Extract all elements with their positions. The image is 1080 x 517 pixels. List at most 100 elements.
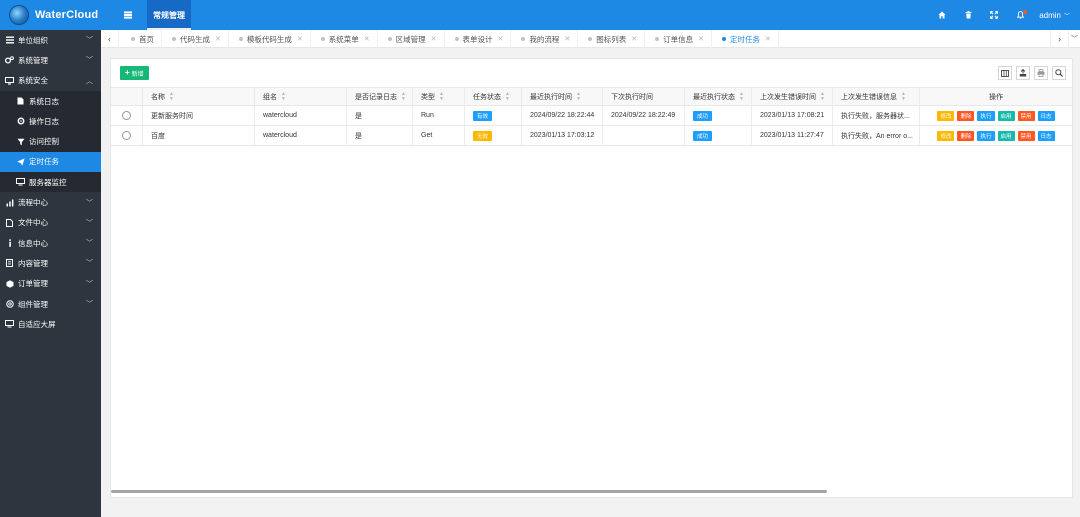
log-button[interactable]: 日志: [1037, 130, 1055, 141]
fullscreen-icon[interactable]: [981, 0, 1007, 30]
tabs-scroll-right-icon[interactable]: ›: [1050, 30, 1068, 48]
sort-icon[interactable]: ▲ ▼: [820, 91, 825, 102]
export-icon[interactable]: [1016, 66, 1030, 80]
close-icon[interactable]: ✕: [765, 35, 771, 43]
table-row[interactable]: 百度 watercloud 是 Get 无效 2023/01/13 17:03:…: [111, 126, 1072, 146]
header-last-status[interactable]: 最近执行状态 ▲ ▼: [685, 88, 752, 105]
run-button[interactable]: 执行: [977, 110, 995, 121]
tab-order-info[interactable]: 订单信息 ✕: [645, 30, 712, 48]
menu-toggle-icon[interactable]: [109, 0, 147, 30]
edit-button[interactable]: 修改: [937, 130, 955, 141]
sidebar-item-content[interactable]: 内容管理 ﹀: [0, 253, 101, 273]
sidebar-item-system-log[interactable]: 系统日志: [0, 91, 101, 111]
sidebar-item-system[interactable]: 系统管理 ﹀: [0, 50, 101, 70]
sidebar-item-label: 内容管理: [18, 258, 48, 268]
bell-icon[interactable]: [1007, 0, 1033, 30]
sort-icon[interactable]: ▲ ▼: [505, 91, 510, 102]
close-icon[interactable]: ✕: [498, 35, 504, 43]
radio-button[interactable]: [122, 111, 131, 120]
disable-button[interactable]: 禁用: [1017, 110, 1035, 121]
logo[interactable]: WaterCloud: [0, 0, 101, 30]
close-icon[interactable]: ✕: [631, 35, 637, 43]
header-last-run[interactable]: 最近执行时间 ▲ ▼: [522, 88, 603, 105]
cell-last-status: 成功: [685, 126, 752, 145]
close-icon[interactable]: ✕: [297, 35, 303, 43]
tab-icon-list[interactable]: 图标列表 ✕: [578, 30, 646, 48]
logo-icon: [9, 5, 29, 25]
sidebar-item-workflow[interactable]: 流程中心 ﹀: [0, 192, 101, 212]
sidebar-item-components[interactable]: 组件管理 ﹀: [0, 294, 101, 314]
home-icon[interactable]: [929, 0, 955, 30]
add-button[interactable]: + 新增: [120, 66, 149, 80]
header-name[interactable]: 名称 ▲ ▼: [143, 88, 255, 105]
sort-icon[interactable]: ▲ ▼: [169, 91, 174, 102]
close-icon[interactable]: ✕: [364, 35, 370, 43]
sidebar-item-big-screen[interactable]: 自适应大屏: [0, 314, 101, 334]
sidebar-item-orders[interactable]: 订单管理 ﹀: [0, 274, 101, 294]
monitor-icon: [5, 320, 14, 329]
close-icon[interactable]: ✕: [698, 35, 704, 43]
top-tab-general[interactable]: 常规管理: [147, 0, 191, 30]
header-error-time[interactable]: 上次发生错误时间 ▲ ▼: [752, 88, 833, 105]
user-menu[interactable]: admin ﹀: [1033, 11, 1080, 20]
sort-icon[interactable]: ▲ ▼: [739, 91, 744, 102]
log-button[interactable]: 日志: [1037, 110, 1055, 121]
tab-region[interactable]: 区域管理 ✕: [378, 30, 445, 48]
sidebar-item-operation-log[interactable]: 操作日志: [0, 111, 101, 131]
header-label: 操作: [989, 93, 1003, 101]
row-select[interactable]: [111, 106, 143, 125]
sidebar-submenu-security: 系统日志 操作日志 访问控制 定时任务 服务器监控: [0, 90, 101, 193]
sidebar-item-files[interactable]: 文件中心 ﹀: [0, 213, 101, 233]
chevron-down-icon: ﹀: [86, 240, 93, 248]
header-type[interactable]: 类型 ▲ ▼: [413, 88, 465, 105]
header-label: 下次执行时间: [611, 93, 653, 101]
print-icon[interactable]: [1034, 66, 1048, 80]
tab-my-flow[interactable]: 我的流程 ✕: [511, 30, 579, 48]
sidebar-item-access-control[interactable]: 访问控制: [0, 131, 101, 151]
tabs-scroll-left-icon[interactable]: ‹: [101, 30, 119, 48]
tab-template-code-gen[interactable]: 模板代码生成 ✕: [229, 30, 311, 48]
sidebar-item-security[interactable]: 系统安全 ︿: [0, 71, 101, 91]
disable-button[interactable]: 禁用: [1017, 130, 1035, 141]
tab-system-menu[interactable]: 系统菜单 ✕: [311, 30, 378, 48]
edit-button[interactable]: 修改: [937, 110, 955, 121]
tab-code-gen[interactable]: 代码生成 ✕: [162, 30, 229, 48]
delete-button[interactable]: 删除: [957, 130, 975, 141]
columns-icon[interactable]: [998, 66, 1012, 80]
tab-home[interactable]: 首页: [121, 30, 162, 48]
header-group[interactable]: 组名 ▲ ▼: [255, 88, 347, 105]
sort-icon[interactable]: ▲ ▼: [576, 91, 581, 102]
sort-icon[interactable]: ▲ ▼: [439, 91, 444, 102]
plus-icon: +: [125, 68, 130, 77]
tab-form-design[interactable]: 表单设计 ✕: [445, 30, 512, 48]
table-row[interactable]: 更新服务时间 watercloud 是 Run 有效 2024/09/22 18…: [111, 106, 1072, 126]
delete-button[interactable]: 删除: [957, 110, 975, 121]
sidebar-item-server-monitor[interactable]: 服务器监控: [0, 172, 101, 192]
search-icon[interactable]: [1052, 66, 1066, 80]
radio-button[interactable]: [122, 131, 131, 140]
sort-icon[interactable]: ▲ ▼: [401, 91, 406, 102]
run-button[interactable]: 执行: [977, 130, 995, 141]
trash-icon[interactable]: [955, 0, 981, 30]
close-icon[interactable]: ✕: [431, 35, 437, 43]
close-icon[interactable]: ✕: [215, 35, 221, 43]
tabs-more-icon[interactable]: ﹀: [1068, 30, 1080, 48]
close-icon[interactable]: ✕: [564, 35, 570, 43]
sidebar-item-messages[interactable]: 信息中心 ﹀: [0, 233, 101, 253]
header-error-msg[interactable]: 上次发生错误信息 ▲ ▼: [833, 88, 920, 105]
sidebar-item-org[interactable]: 单位组织 ﹀: [0, 30, 101, 50]
enable-button[interactable]: 启用: [997, 130, 1015, 141]
sidebar-item-scheduled-tasks[interactable]: 定时任务: [0, 151, 101, 173]
sort-icon[interactable]: ▲ ▼: [281, 91, 286, 102]
tab-label: 系统菜单: [328, 34, 359, 44]
scrollbar-thumb[interactable]: [111, 490, 827, 493]
header-status[interactable]: 任务状态 ▲ ▼: [465, 88, 522, 105]
cell-name: 百度: [143, 126, 255, 145]
header-log[interactable]: 是否记录日志 ▲ ▼: [347, 88, 413, 105]
sort-icon[interactable]: ▲ ▼: [901, 91, 906, 102]
table-header: 名称 ▲ ▼ 组名 ▲ ▼ 是否记录日志 ▲ ▼ 类型 ▲ ▼ 任务状态 ▲ ▼ 最近执行时间 ▲ ▼ …: [111, 87, 1072, 106]
enable-button[interactable]: 启用: [997, 110, 1015, 121]
row-select[interactable]: [111, 126, 143, 145]
horizontal-scrollbar[interactable]: [111, 490, 1072, 494]
tab-scheduled-tasks[interactable]: 定时任务 ✕: [712, 30, 779, 48]
